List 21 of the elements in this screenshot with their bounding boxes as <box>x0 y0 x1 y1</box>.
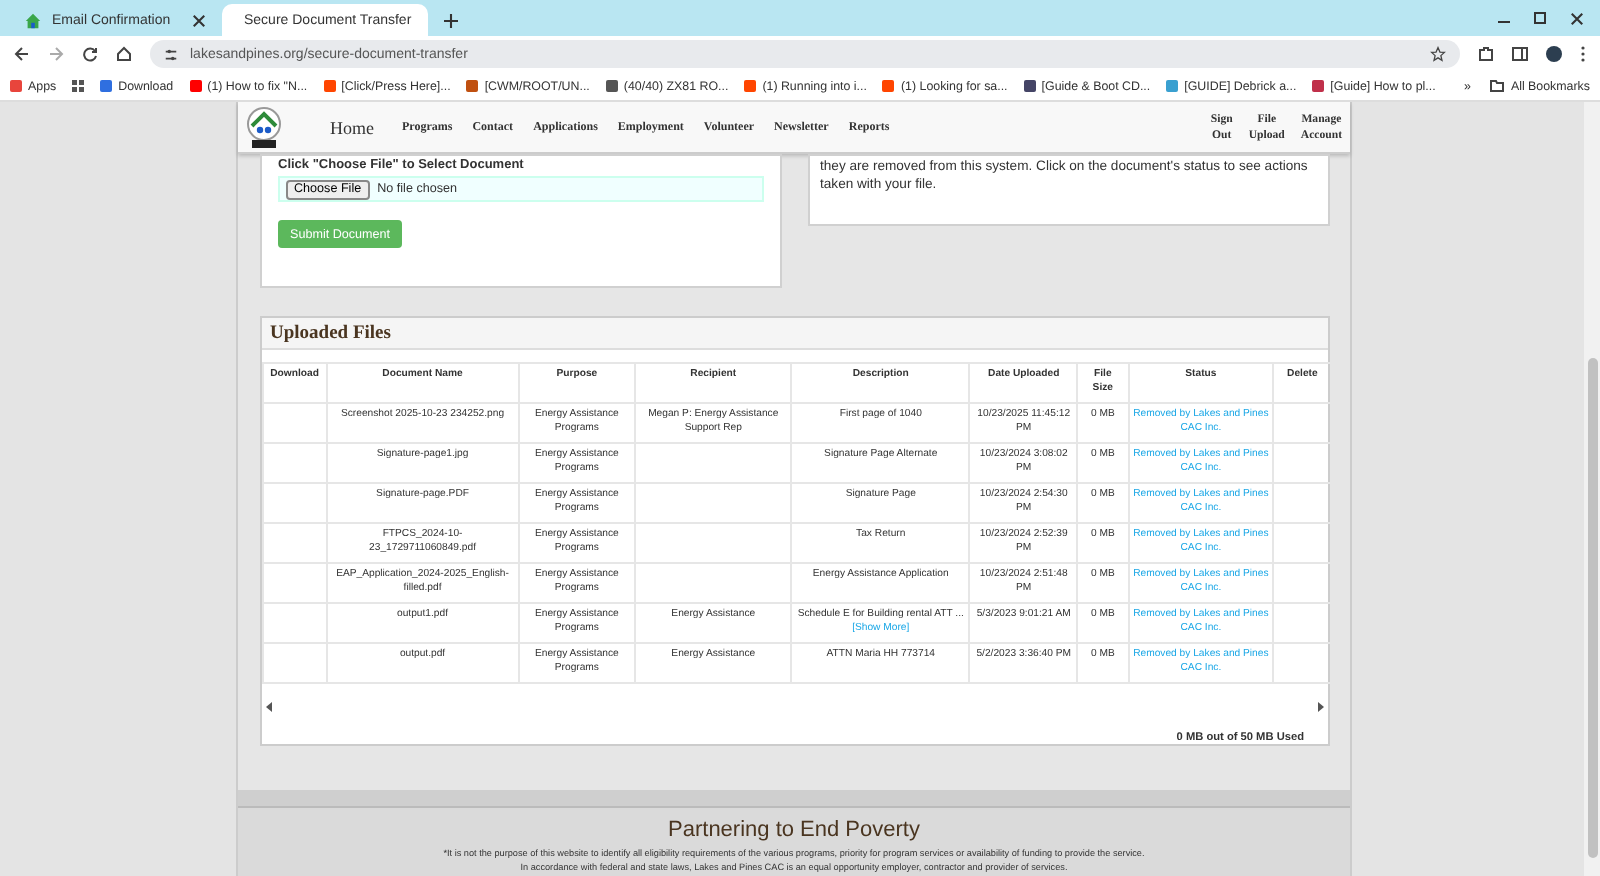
folder-icon <box>1490 80 1505 92</box>
nav-link[interactable]: Home <box>330 117 374 137</box>
scrollbar-thumb[interactable] <box>1588 358 1598 858</box>
menu-icon[interactable] <box>1580 46 1586 62</box>
close-icon[interactable] <box>192 13 206 27</box>
home-icon[interactable] <box>116 46 132 62</box>
side-panel-icon[interactable] <box>1512 46 1528 62</box>
house-icon <box>24 11 42 29</box>
scroll-left-icon[interactable] <box>266 701 274 712</box>
maximize-icon[interactable] <box>1534 12 1546 24</box>
site-settings-icon[interactable] <box>164 47 178 61</box>
grid-icon[interactable] <box>72 80 85 92</box>
reload-icon[interactable] <box>82 46 98 62</box>
star-icon[interactable] <box>1430 46 1446 62</box>
footer-title: Partnering to End Poverty <box>668 818 920 842</box>
back-arrow-icon[interactable] <box>14 46 30 62</box>
new-tab-icon[interactable] <box>444 14 458 28</box>
profile-avatar[interactable] <box>1546 46 1562 62</box>
panel-title: Uploaded Files <box>262 318 1328 351</box>
close-icon[interactable] <box>1570 11 1584 25</box>
scroll-right-icon[interactable] <box>1316 701 1324 712</box>
